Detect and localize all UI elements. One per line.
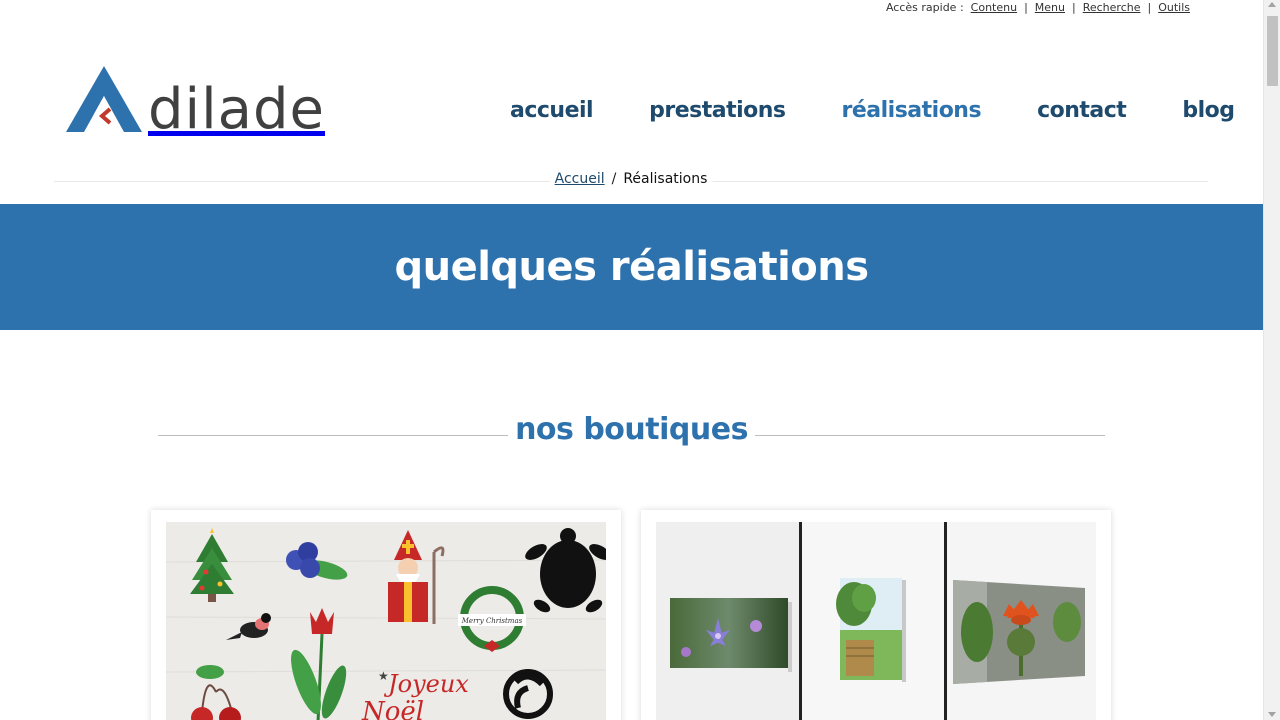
- shop-card-image[interactable]: Merry Christmas Joyeux Noël ★: [166, 522, 606, 720]
- section-divider-right: [755, 435, 1105, 436]
- scroll-down-icon[interactable]: [1268, 712, 1276, 717]
- wreath-text: Merry Christmas: [461, 617, 523, 625]
- shop-card-2[interactable]: [641, 510, 1111, 720]
- thistle-print-image: [953, 580, 1085, 684]
- product-panel-landscape: [802, 522, 947, 720]
- quick-access-label: Accès rapide :: [885, 1, 964, 14]
- landscape-print-image: [836, 578, 906, 682]
- christmas-stickers-illustration: Merry Christmas Joyeux Noël ★: [166, 528, 606, 720]
- logo-text: dilade: [148, 77, 325, 142]
- nav-contact[interactable]: contact: [1037, 98, 1127, 123]
- breadcrumb: Accueil / Réalisations: [549, 171, 713, 187]
- separator: |: [1024, 1, 1028, 14]
- separator: |: [1147, 1, 1152, 14]
- nav-accueil[interactable]: accueil: [510, 98, 594, 123]
- breadcrumb-home-link[interactable]: Accueil: [555, 171, 605, 187]
- product-panel-thistle: [947, 522, 1096, 720]
- section-divider-left: [158, 435, 508, 436]
- turtle-icon: [525, 528, 606, 613]
- quick-link-menu[interactable]: Menu: [1035, 1, 1065, 14]
- blueberries-icon: [286, 542, 348, 580]
- page-banner: quelques réalisations: [0, 204, 1263, 330]
- shop-card-1[interactable]: Merry Christmas Joyeux Noël ★: [151, 510, 621, 720]
- quick-link-contenu[interactable]: Contenu: [971, 1, 1017, 14]
- quick-link-recherche[interactable]: Recherche: [1083, 1, 1141, 14]
- scrollbar-thumb[interactable]: [1267, 16, 1278, 86]
- nav-realisations[interactable]: réalisations: [842, 98, 982, 123]
- quick-link-outils[interactable]: Outils: [1158, 1, 1190, 14]
- product-panel-flower: [656, 522, 802, 720]
- cherries-icon: [191, 665, 241, 720]
- svg-text:★: ★: [378, 669, 389, 683]
- section-header: nos boutiques: [158, 412, 1105, 456]
- section-title: nos boutiques: [515, 412, 748, 447]
- wreath-icon: Merry Christmas: [458, 586, 526, 652]
- page-title: quelques réalisations: [394, 244, 869, 290]
- quick-access-bar: Accès rapide : Contenu | Menu | Recherch…: [886, 1, 1190, 14]
- breadcrumb-separator: /: [611, 171, 617, 187]
- saint-nicholas-icon: [388, 530, 445, 624]
- tulip-icon: [291, 608, 347, 720]
- shop-card-image[interactable]: [656, 522, 1096, 720]
- breadcrumb-current: Réalisations: [623, 171, 708, 187]
- greeting-line1: Joyeux: [383, 670, 469, 698]
- page-scrollbar[interactable]: [1263, 0, 1280, 720]
- christmas-tree-icon: [190, 528, 234, 602]
- site-logo[interactable]: dilade: [66, 64, 326, 138]
- logo-a-icon: [66, 66, 142, 132]
- triskele-icon: [503, 669, 553, 719]
- nav-blog[interactable]: blog: [1182, 98, 1235, 123]
- breadcrumb-row: Accueil / Réalisations: [54, 169, 1208, 193]
- greeting-line2: Noël: [361, 697, 424, 720]
- nav-prestations[interactable]: prestations: [649, 98, 786, 123]
- joyeux-noel-text: Joyeux Noël ★: [361, 669, 469, 720]
- scroll-up-icon[interactable]: [1268, 2, 1276, 7]
- flower-print-image: [670, 598, 792, 672]
- separator: |: [1071, 1, 1076, 14]
- main-nav: accueil prestations réalisations contact…: [510, 98, 1235, 123]
